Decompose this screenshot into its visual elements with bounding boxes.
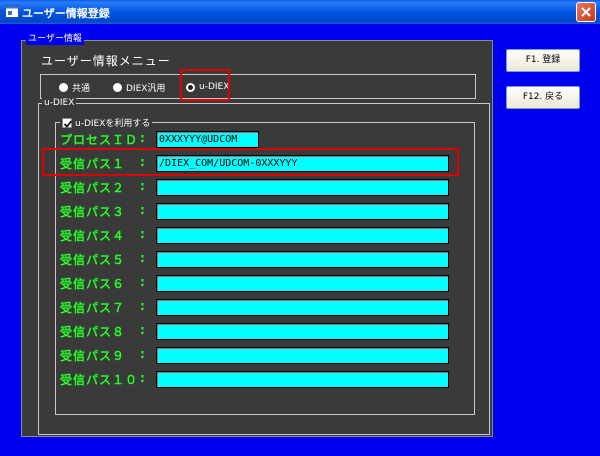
radio-indicator[interactable] xyxy=(113,82,122,92)
receive-path-1-label: 受信パス１ xyxy=(60,157,126,171)
radio-diex-general[interactable]: DIEX汎用 xyxy=(113,80,165,94)
field-colon: : xyxy=(140,371,145,385)
field-colon: : xyxy=(140,203,145,217)
field-colon: : xyxy=(140,251,145,265)
receive-path-2-label: 受信パス２ xyxy=(60,181,126,195)
field-colon: : xyxy=(140,131,145,145)
highlight-box-u-diex xyxy=(180,69,230,101)
receive-path-6-label: 受信パス６ xyxy=(60,277,126,291)
receive-path-7-label: 受信パス７ xyxy=(60,301,126,315)
receive-path-1-input[interactable]: /DIEX_COM/UDCOM-0XXXYYY xyxy=(156,155,449,172)
receive-path-4-label: 受信パス４ xyxy=(60,229,126,243)
receive-path-8-input[interactable] xyxy=(156,323,449,340)
mode-radio-group: 共通 DIEX汎用 u-DIEX xyxy=(40,74,476,99)
field-colon: : xyxy=(140,179,145,193)
receive-path-2-input[interactable] xyxy=(156,179,449,196)
field-colon: : xyxy=(140,275,145,289)
radio-common[interactable]: 共通 xyxy=(59,80,90,94)
close-icon xyxy=(581,7,591,17)
receive-path-3-label: 受信パス３ xyxy=(60,205,126,219)
receive-path-9-input[interactable] xyxy=(156,347,449,364)
process-id-input[interactable]: 0XXXYYY@UDCOM xyxy=(156,131,259,148)
field-colon: : xyxy=(140,323,145,337)
receive-path-8-label: 受信パス８ xyxy=(60,325,126,339)
process-id-label: プロセスＩＤ xyxy=(60,133,139,147)
menu-title: ユーザー情報メニュー xyxy=(41,54,171,68)
radio-label: DIEX汎用 xyxy=(126,83,166,94)
checkmark-icon xyxy=(63,119,73,128)
title-bar: ユーザー情報登録 xyxy=(0,0,600,24)
receive-path-10-input[interactable] xyxy=(156,371,449,388)
receive-path-4-input[interactable] xyxy=(156,227,449,244)
panel-legend: ユーザー情報 xyxy=(26,33,84,45)
register-button[interactable]: F1. 登録 xyxy=(506,49,580,72)
u-diex-legend: u-DIEX xyxy=(42,97,77,109)
receive-path-5-label: 受信パス５ xyxy=(60,253,126,267)
receive-path-10-label: 受信パス１０ xyxy=(60,373,139,387)
field-colon: : xyxy=(140,155,145,169)
user-info-panel: ユーザー情報 ユーザー情報メニュー 共通 DIEX汎用 u-DIEX u-DIE… xyxy=(21,33,493,437)
app-window-icon[interactable] xyxy=(5,5,19,18)
radio-indicator[interactable] xyxy=(59,82,68,92)
use-u-diex-checkbox-row[interactable]: u-DIEXを利用する xyxy=(60,116,153,129)
field-colon: : xyxy=(140,227,145,241)
receive-path-3-input[interactable] xyxy=(156,203,449,220)
receive-path-5-input[interactable] xyxy=(156,251,449,268)
close-button[interactable] xyxy=(576,2,596,22)
receive-path-9-label: 受信パス９ xyxy=(60,349,126,363)
use-u-diex-checkbox[interactable] xyxy=(62,117,73,128)
field-colon: : xyxy=(140,347,145,361)
use-u-diex-label: u-DIEXを利用する xyxy=(75,119,151,129)
field-colon: : xyxy=(140,299,145,313)
radio-label: 共通 xyxy=(72,83,91,94)
back-button[interactable]: F12. 戻る xyxy=(506,86,580,109)
receive-path-7-input[interactable] xyxy=(156,299,449,316)
window-title: ユーザー情報登録 xyxy=(22,7,110,20)
receive-path-6-input[interactable] xyxy=(156,275,449,292)
